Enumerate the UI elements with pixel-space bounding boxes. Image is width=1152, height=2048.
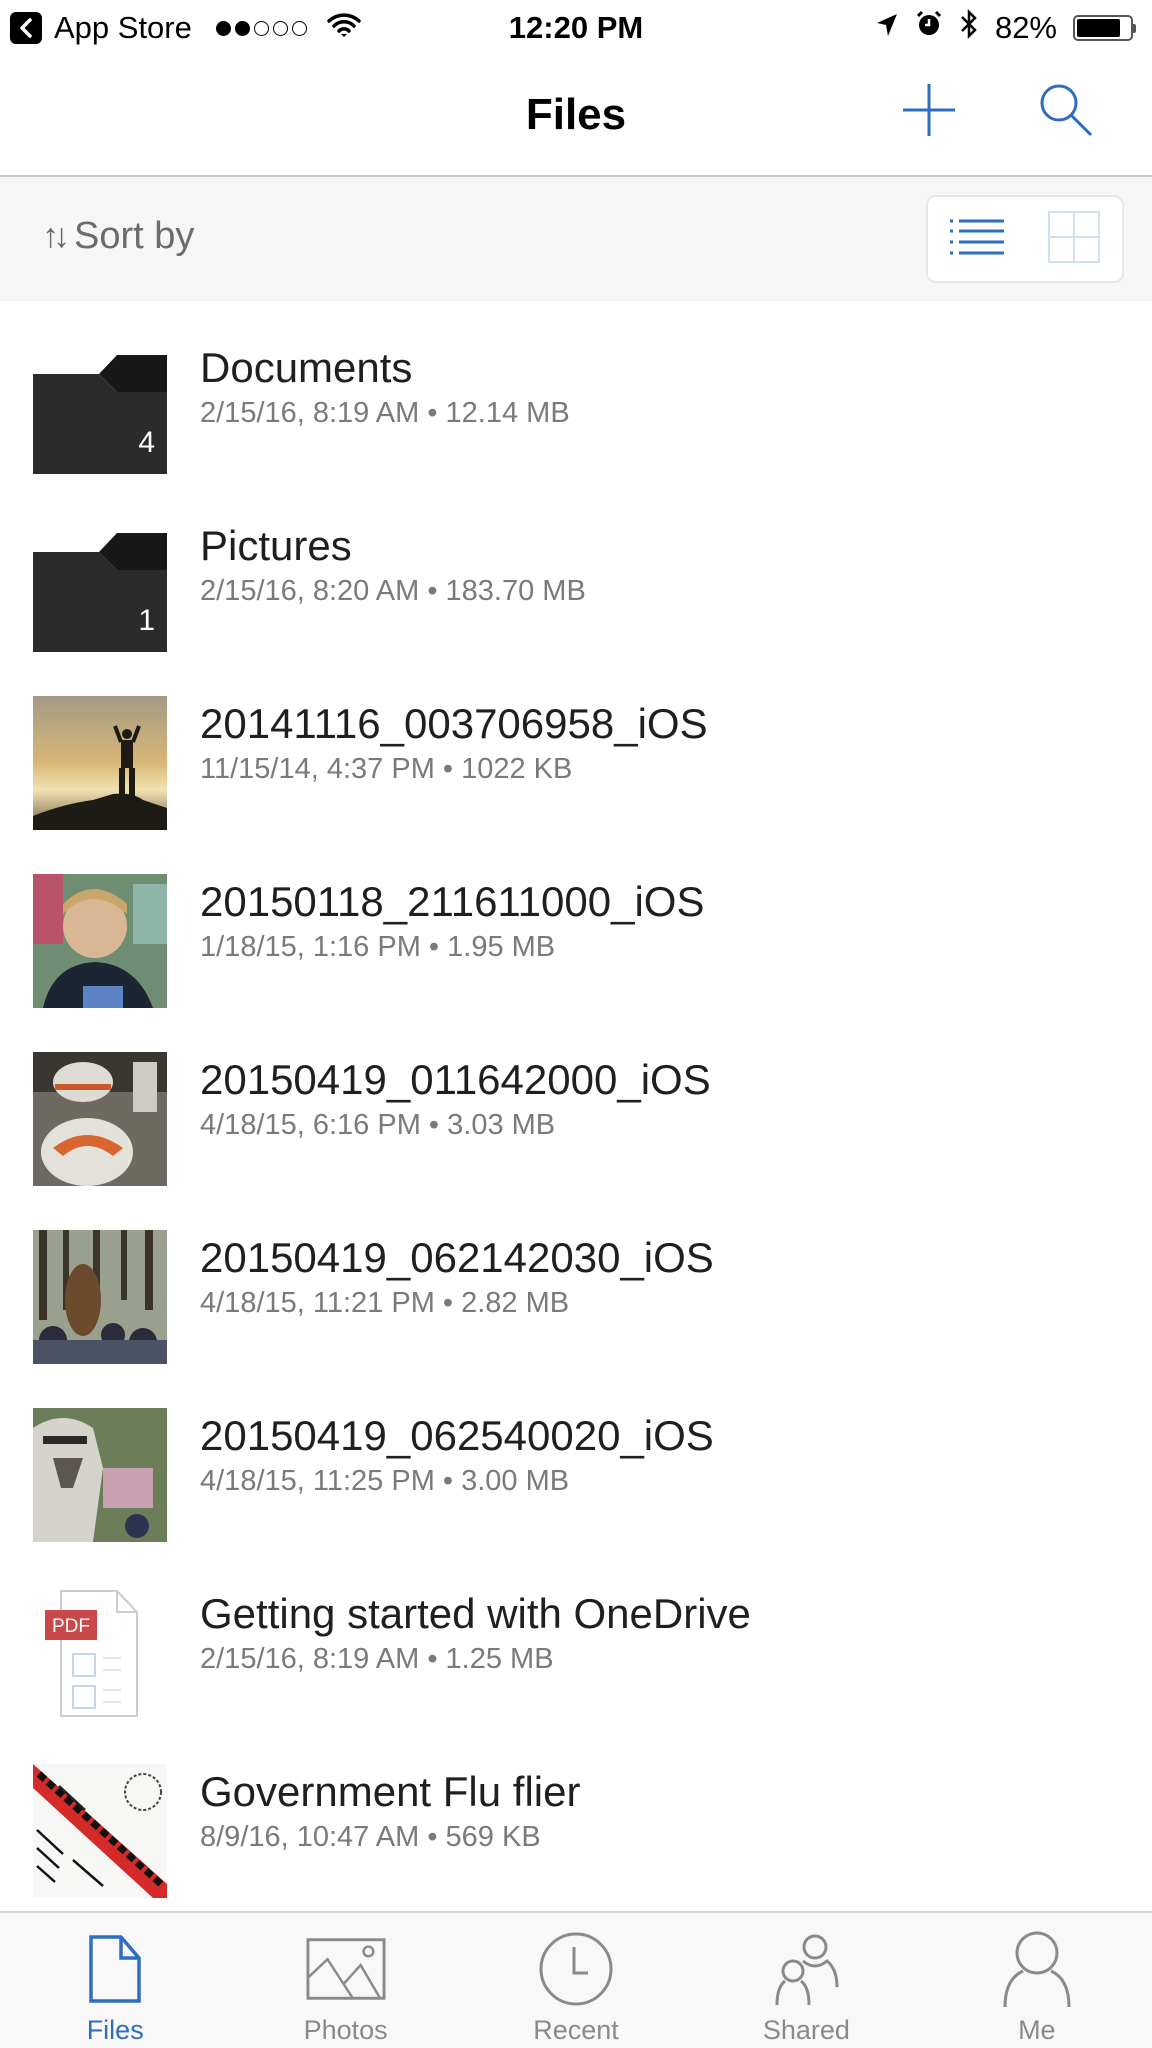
sort-by-button[interactable]: ↑↓ Sort by: [42, 215, 194, 258]
file-name: 20150118_211611000_iOS: [200, 878, 705, 925]
status-bar: App Store 12:20 PM 82%: [0, 0, 1152, 56]
file-meta: 8/9/16, 10:47 AM • 569 KB: [200, 1821, 541, 1854]
navigation-bar: Files: [0, 56, 1152, 177]
photo-thumbnail-droid: [33, 1052, 167, 1186]
file-meta: 2/15/16, 8:19 AM • 1.25 MB: [200, 1643, 554, 1676]
add-button[interactable]: [897, 80, 961, 144]
page-title: Files: [525, 90, 627, 139]
clock-icon: [536, 1929, 616, 2009]
back-chevron-icon: [10, 12, 42, 44]
tab-recent[interactable]: Recent: [461, 1913, 691, 2048]
file-meta: 4/18/15, 6:16 PM • 3.03 MB: [200, 1109, 556, 1142]
file-name: 20141116_003706958_iOS: [200, 700, 708, 747]
file-meta: 11/15/14, 4:37 PM • 1022 KB: [200, 753, 573, 786]
file-name: 20150419_011642000_iOS: [200, 1056, 711, 1103]
photo-thumbnail-child: [33, 874, 167, 1008]
folder-thumbnail: 4: [33, 340, 167, 474]
file-row-documents[interactable]: 4 Documents 2/15/16, 8:19 AM • 12.14 MB: [0, 301, 1152, 479]
person-icon: [997, 1929, 1077, 2009]
file-name: Getting started with OneDrive: [200, 1590, 751, 1637]
file-meta: 2/15/16, 8:20 AM • 183.70 MB: [200, 575, 586, 608]
wifi-icon: [327, 10, 361, 46]
file-name: Documents: [200, 344, 413, 391]
shared-people-icon: [766, 1929, 846, 2009]
list-icon: [948, 217, 1006, 262]
file-name: 20150419_062540020_iOS: [200, 1412, 714, 1459]
signal-dot: [253, 20, 269, 36]
photo-thumbnail-sunset: [33, 696, 167, 830]
signal-dot: [234, 20, 250, 36]
folder-thumbnail: 1: [33, 518, 167, 652]
file-row-image[interactable]: Government Flu flier 8/9/16, 10:47 AM • …: [0, 1725, 1152, 1903]
tab-me[interactable]: Me: [922, 1913, 1152, 2048]
file-meta: 4/18/15, 11:25 PM • 3.00 MB: [200, 1465, 570, 1498]
tab-label: Recent: [533, 2015, 619, 2045]
location-arrow-icon: [875, 10, 899, 46]
file-row-pdf[interactable]: PDF Getting started with OneDrive 2/15/1…: [0, 1547, 1152, 1725]
file-name: Government Flu flier: [200, 1768, 581, 1815]
tab-label: Photos: [303, 2015, 388, 2045]
signal-dot: [291, 20, 307, 36]
file-name: Pictures: [200, 522, 352, 569]
file-meta: 2/15/16, 8:19 AM • 12.14 MB: [200, 397, 570, 430]
file-meta: 1/18/15, 1:16 PM • 1.95 MB: [200, 931, 556, 964]
photos-icon: [306, 1929, 386, 2009]
list-view-button[interactable]: [942, 204, 1012, 274]
signal-dot: [215, 20, 231, 36]
flier-thumbnail: [33, 1764, 167, 1898]
file-list: 4 Documents 2/15/16, 8:19 AM • 12.14 MB …: [0, 301, 1152, 1903]
file-row-photo[interactable]: 20150419_062142030_iOS 4/18/15, 11:21 PM…: [0, 1191, 1152, 1369]
file-meta: 4/18/15, 11:21 PM • 2.82 MB: [200, 1287, 570, 1320]
tab-bar: Files Photos Recent Shared Me: [0, 1911, 1152, 2048]
folder-item-count: 1: [138, 604, 155, 637]
photo-thumbnail-crowd: [33, 1230, 167, 1364]
pdf-thumbnail: PDF: [33, 1586, 167, 1720]
file-icon: [75, 1929, 155, 2009]
file-row-photo[interactable]: 20150419_011642000_iOS 4/18/15, 6:16 PM …: [0, 1013, 1152, 1191]
search-button[interactable]: [1034, 80, 1098, 144]
signal-strength-icon: [215, 20, 307, 36]
grid-view-button[interactable]: [1039, 204, 1109, 274]
alarm-icon: [915, 10, 943, 46]
tab-label: Files: [86, 2015, 144, 2045]
battery-percent: 82%: [994, 10, 1057, 45]
photo-thumbnail-trooper: [33, 1408, 167, 1542]
back-app-label: App Store: [54, 10, 192, 45]
tab-label: Me: [1018, 2015, 1056, 2045]
battery-fill: [1077, 19, 1120, 37]
battery-icon: [1073, 15, 1136, 41]
file-row-pictures[interactable]: 1 Pictures 2/15/16, 8:20 AM • 183.70 MB: [0, 479, 1152, 657]
file-row-photo[interactable]: 20150118_211611000_iOS 1/18/15, 1:16 PM …: [0, 835, 1152, 1013]
pdf-badge: PDF: [52, 1616, 90, 1637]
tab-label: Shared: [762, 2015, 850, 2045]
pdf-file-icon: PDF: [45, 1590, 138, 1717]
tab-photos[interactable]: Photos: [230, 1913, 460, 2048]
view-mode-toggle: [926, 195, 1124, 283]
bluetooth-icon: [959, 8, 979, 48]
file-row-photo[interactable]: 20141116_003706958_iOS 11/15/14, 4:37 PM…: [0, 657, 1152, 835]
sort-arrows-icon: ↑↓: [42, 217, 70, 255]
search-icon: [1037, 81, 1095, 144]
signal-dot: [272, 20, 288, 36]
file-row-photo[interactable]: 20150419_062540020_iOS 4/18/15, 11:25 PM…: [0, 1369, 1152, 1547]
tab-shared[interactable]: Shared: [691, 1913, 921, 2048]
grid-icon: [1047, 210, 1100, 268]
sort-toolbar: ↑↓ Sort by: [0, 177, 1152, 301]
file-name: 20150419_062142030_iOS: [200, 1234, 714, 1281]
back-to-app[interactable]: App Store: [10, 10, 361, 46]
sort-by-label: Sort by: [74, 215, 195, 257]
plus-icon: [901, 82, 957, 143]
folder-item-count: 4: [138, 426, 155, 459]
tab-files[interactable]: Files: [0, 1913, 230, 2048]
